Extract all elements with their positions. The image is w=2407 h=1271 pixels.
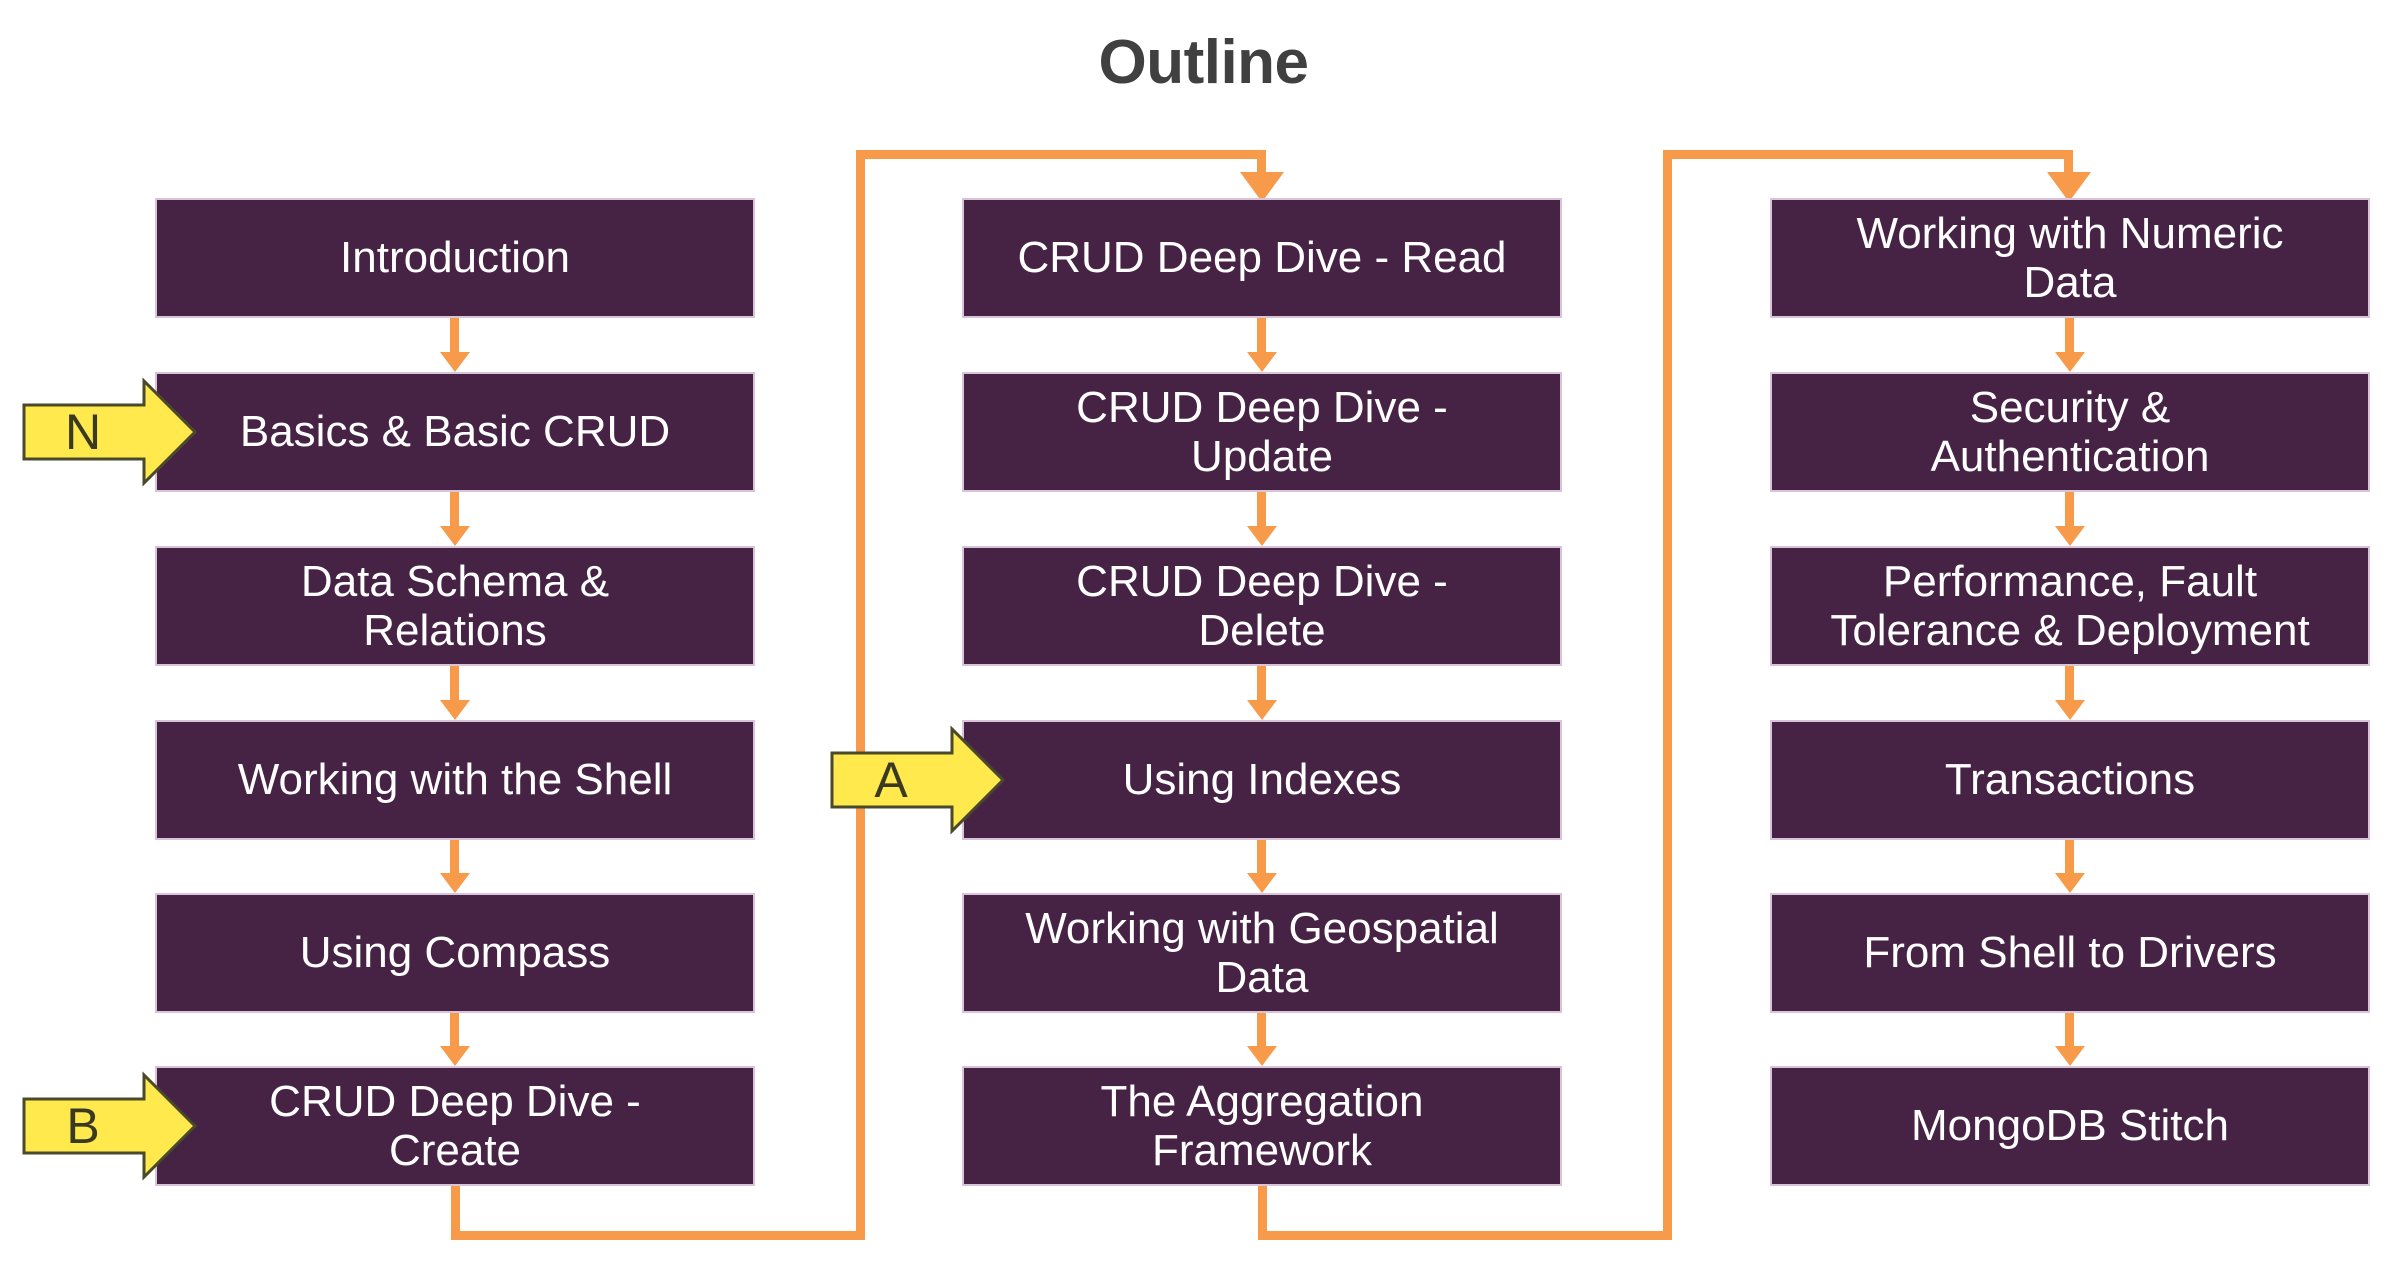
arrow-c1-3 — [440, 666, 470, 720]
node-working-with-geospatial-data[interactable]: Working with Geospatial Data — [962, 893, 1562, 1013]
node-crud-deep-dive-read[interactable]: CRUD Deep Dive - Read — [962, 198, 1562, 318]
node-security-authentication[interactable]: Security & Authentication — [1770, 372, 2370, 492]
node-working-with-shell[interactable]: Working with the Shell — [155, 720, 755, 840]
node-using-indexes[interactable]: Using Indexes — [962, 720, 1562, 840]
arrow-c2-5 — [1247, 1013, 1277, 1066]
arrow-c2-4 — [1247, 840, 1277, 893]
node-working-with-numeric-data[interactable]: Working with Numeric Data — [1770, 198, 2370, 318]
route-b-up — [1663, 150, 1672, 1240]
node-mongodb-stitch[interactable]: MongoDB Stitch — [1770, 1066, 2370, 1186]
arrow-c1-4 — [440, 840, 470, 893]
route-b-right — [1258, 1231, 1672, 1240]
arrow-c2-1 — [1247, 318, 1277, 372]
node-crud-deep-dive-update[interactable]: CRUD Deep Dive - Update — [962, 372, 1562, 492]
arrow-c2-3 — [1247, 666, 1277, 720]
route-a-top — [856, 150, 1262, 159]
route-a-right — [451, 1231, 865, 1240]
marker-a[interactable]: A — [830, 725, 1006, 835]
right-arrow-icon — [830, 725, 1006, 835]
right-arrow-icon — [22, 1071, 198, 1181]
right-arrow-icon — [22, 377, 198, 487]
arrow-c3-4 — [2055, 840, 2085, 893]
node-crud-deep-dive-delete[interactable]: CRUD Deep Dive - Delete — [962, 546, 1562, 666]
node-from-shell-to-drivers[interactable]: From Shell to Drivers — [1770, 893, 2370, 1013]
node-the-aggregation-framework[interactable]: The Aggregation Framework — [962, 1066, 1562, 1186]
arrow-c1-5 — [440, 1013, 470, 1066]
node-performance-fault-tolerance-deployment[interactable]: Performance, Fault Tolerance & Deploymen… — [1770, 546, 2370, 666]
arrow-c3-5 — [2055, 1013, 2085, 1066]
node-crud-deep-dive-create[interactable]: CRUD Deep Dive - Create — [155, 1066, 755, 1186]
node-transactions[interactable]: Transactions — [1770, 720, 2370, 840]
marker-b[interactable]: B — [22, 1071, 198, 1181]
node-introduction[interactable]: Introduction — [155, 198, 755, 318]
arrow-c3-1 — [2055, 318, 2085, 372]
arrow-c2-2 — [1247, 492, 1277, 546]
node-using-compass[interactable]: Using Compass — [155, 893, 755, 1013]
marker-n[interactable]: N — [22, 377, 198, 487]
arrow-c1-1 — [440, 318, 470, 372]
node-data-schema-relations[interactable]: Data Schema & Relations — [155, 546, 755, 666]
route-b-top — [1663, 150, 2069, 159]
arrow-c1-2 — [440, 492, 470, 546]
route-a-up — [856, 150, 865, 1240]
arrow-c3-3 — [2055, 666, 2085, 720]
page-title: Outline — [1098, 28, 1309, 97]
outline-diagram: Outline Introduction Basics & Basic CRUD… — [0, 0, 2407, 1271]
node-basics-basic-crud[interactable]: Basics & Basic CRUD — [155, 372, 755, 492]
arrow-c3-2 — [2055, 492, 2085, 546]
